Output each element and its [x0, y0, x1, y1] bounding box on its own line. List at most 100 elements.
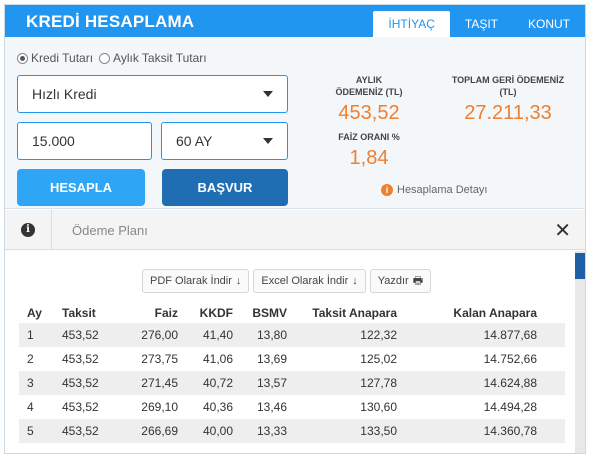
- close-icon[interactable]: ✕: [554, 218, 571, 243]
- payment-schedule-table: Ay Taksit Faiz KKDF BSMV Taksit Anapara …: [19, 303, 565, 443]
- cell-month: 3: [27, 376, 34, 390]
- cell-interest: 273,75: [141, 352, 178, 366]
- download-arrow-icon: ↓: [352, 275, 358, 287]
- page-title: KREDİ HESAPLAMA: [26, 12, 195, 31]
- loan-type-value: Hızlı Kredi: [32, 86, 97, 102]
- chevron-down-icon: [263, 91, 273, 97]
- cell-bsmv: 13,33: [256, 424, 287, 438]
- cell-interest: 276,00: [141, 328, 178, 342]
- print-button[interactable]: Yazdır 🖶: [369, 269, 432, 293]
- print-label: Yazdır: [377, 275, 409, 287]
- radio-label: Aylık Taksit Tutarı: [113, 51, 207, 65]
- cell-principal: 125,02: [360, 352, 397, 366]
- chevron-down-icon: [263, 138, 273, 144]
- cell-principal: 133,50: [360, 424, 397, 438]
- interest-rate-value: 1,84: [349, 147, 389, 169]
- amount-input[interactable]: 15.000: [17, 122, 152, 160]
- interest-rate-result: FAİZ ORANI % 1,84: [323, 131, 415, 170]
- amount-value: 15.000: [32, 133, 75, 149]
- cell-month: 4: [27, 400, 34, 414]
- total-payment-result: TOPLAM GERİ ÖDEMENİZ (TL) 27.211,33: [443, 74, 573, 125]
- payment-plan-header: i Ödeme Planı ✕: [5, 210, 585, 250]
- radio-option-aylik-taksit[interactable]: Aylık Taksit Tutarı: [99, 51, 207, 65]
- monthly-payment-label-line1: AYLIK: [355, 75, 383, 85]
- table-body: 1 453,52 276,00 41,40 13,80 122,32 14.877,68 2 4…: [19, 323, 565, 443]
- column-header-month: Ay: [27, 306, 42, 320]
- export-toolbar: PDF Olarak İndir ↓ Excel Olarak İndir ↓ …: [142, 269, 435, 293]
- cell-installment: 453,52: [62, 352, 99, 366]
- calculation-detail-link[interactable]: i Hesaplama Detayı: [381, 184, 488, 196]
- cell-remaining: 14.624,88: [483, 376, 537, 390]
- cell-principal: 127,78: [360, 376, 397, 390]
- cell-bsmv: 13,46: [256, 400, 287, 414]
- payment-plan-title: Ödeme Planı: [72, 223, 148, 238]
- total-payment-label-line1: TOPLAM GERİ ÖDEMENİZ: [451, 75, 565, 85]
- calculate-button[interactable]: HESAPLA: [17, 169, 145, 206]
- info-icon: i: [381, 184, 393, 196]
- cell-installment: 453,52: [62, 376, 99, 390]
- cell-month: 1: [27, 328, 34, 342]
- cell-installment: 453,52: [62, 424, 99, 438]
- tab-tasit[interactable]: TAŞIT: [450, 11, 513, 37]
- column-header-interest: Faiz: [154, 306, 178, 320]
- cell-remaining: 14.752,66: [483, 352, 537, 366]
- calculation-detail-label: Hesaplama Detayı: [397, 184, 488, 196]
- cell-bsmv: 13,80: [256, 328, 287, 342]
- column-header-principal: Taksit Anapara: [312, 306, 397, 320]
- interest-rate-label: FAİZ ORANI %: [338, 132, 400, 142]
- printer-icon: 🖶: [412, 274, 424, 287]
- table-row: 3 453,52 271,45 40,72 13,57 127,78 14.624,88: [19, 371, 565, 395]
- tab-ihtiyac[interactable]: İHTİYAÇ: [373, 11, 450, 37]
- radio-label: Kredi Tutarı: [31, 51, 94, 65]
- radio-option-kredi-tutari[interactable]: Kredi Tutarı: [17, 51, 93, 65]
- pdf-download-label: PDF Olarak İndir: [150, 275, 232, 287]
- term-value: 60 AY: [176, 133, 213, 149]
- table-header-row: Ay Taksit Faiz KKDF BSMV Taksit Anapara …: [19, 303, 565, 323]
- cell-interest: 266,69: [141, 424, 178, 438]
- scrollbar-thumb[interactable]: [575, 253, 585, 279]
- cell-remaining: 14.494,28: [483, 400, 537, 414]
- column-header-installment: Taksit: [62, 306, 96, 320]
- cell-interest: 271,45: [141, 376, 178, 390]
- vertical-scrollbar[interactable]: [575, 251, 585, 453]
- total-payment-value: 27.211,33: [464, 102, 552, 124]
- cell-kkdf: 40,36: [202, 400, 233, 414]
- download-arrow-icon: ↓: [235, 275, 242, 287]
- tab-konut[interactable]: KONUT: [513, 11, 585, 37]
- column-header-kkdf: KKDF: [199, 306, 233, 320]
- info-icon[interactable]: i: [5, 210, 52, 249]
- cell-kkdf: 41,40: [202, 328, 233, 342]
- loan-type-tabs: İHTİYAÇ TAŞIT KONUT: [373, 11, 585, 37]
- payment-plan-body: PDF Olarak İndir ↓ Excel Olarak İndir ↓ …: [5, 251, 585, 453]
- radio-selected-icon[interactable]: [17, 52, 28, 64]
- cell-principal: 122,32: [360, 328, 397, 342]
- term-select[interactable]: 60 AY: [161, 122, 288, 160]
- loan-type-select[interactable]: Hızlı Kredi: [17, 75, 288, 113]
- cell-installment: 453,52: [62, 400, 99, 414]
- cell-principal: 130,60: [360, 400, 397, 414]
- monthly-payment-result: AYLIK ÖDEMENİZ (TL) 453,52: [323, 74, 415, 125]
- cell-installment: 453,52: [62, 328, 99, 342]
- cell-month: 5: [27, 424, 34, 438]
- radio-unselected-icon[interactable]: [99, 52, 111, 64]
- cell-remaining: 14.360,78: [483, 424, 537, 438]
- cell-kkdf: 40,72: [202, 376, 233, 390]
- column-header-remaining: Kalan Anapara: [453, 306, 537, 320]
- cell-remaining: 14.877,68: [483, 328, 537, 342]
- excel-download-button[interactable]: Excel Olarak İndir ↓: [253, 269, 366, 293]
- header-bar: KREDİ HESAPLAMA İHTİYAÇ TAŞIT KONUT: [5, 5, 585, 37]
- cell-month: 2: [27, 352, 34, 366]
- pdf-download-button[interactable]: PDF Olarak İndir ↓: [142, 269, 250, 293]
- cell-kkdf: 40,00: [202, 424, 233, 438]
- cell-bsmv: 13,69: [256, 352, 287, 366]
- cell-kkdf: 41,06: [202, 352, 233, 366]
- table-row: 4 453,52 269,10 40,36 13,46 130,60 14.494,28: [19, 395, 565, 419]
- total-payment-label-line2: (TL): [499, 87, 517, 97]
- cell-bsmv: 13,57: [256, 376, 287, 390]
- apply-button[interactable]: BAŞVUR: [162, 169, 288, 206]
- column-header-bsmv: BSMV: [252, 306, 287, 320]
- calculator-panel: Kredi Tutarı Aylık Taksit Tutarı Hızlı K…: [5, 37, 585, 209]
- calculation-mode-radios: Kredi Tutarı Aylık Taksit Tutarı: [17, 51, 213, 65]
- loan-calculator-widget: KREDİ HESAPLAMA İHTİYAÇ TAŞIT KONUT Kred…: [4, 4, 586, 454]
- monthly-payment-value: 453,52: [338, 102, 400, 124]
